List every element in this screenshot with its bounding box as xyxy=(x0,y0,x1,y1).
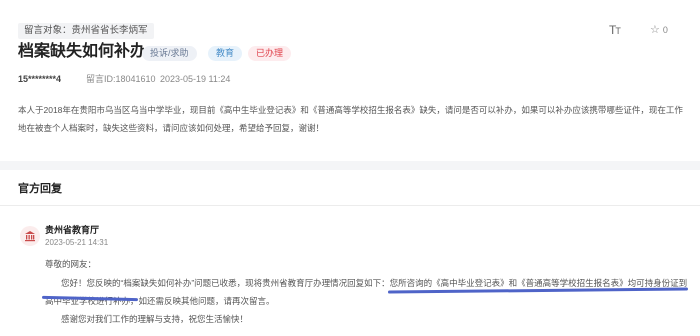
divider xyxy=(0,205,700,206)
author-id: 15********4 xyxy=(18,74,62,84)
government-building-icon xyxy=(20,226,40,246)
message-date: 2023-05-19 11:24 xyxy=(160,74,231,84)
message-card: 留言对象：贵州省省长李炳军 档案缺失如何补办 投诉/求助 教育 已办理 15**… xyxy=(0,0,700,161)
department-tag: 教育 xyxy=(208,46,243,61)
message-body: 本人于2018年在贵阳市乌当区乌当中学毕业，现目前《高中生毕业登记表》和《普通高… xyxy=(18,105,683,133)
font-size-icon[interactable]: TT xyxy=(609,24,621,37)
star-icon: ☆ xyxy=(650,24,660,36)
reply-closing: 感谢您对我们工作的理解与支持，祝您生活愉快！ xyxy=(61,314,249,324)
reply-date: 2023-05-21 14:31 xyxy=(45,238,109,247)
recipient-tag: 留言对象：贵州省省长李炳军 xyxy=(18,23,154,39)
status-badge: 已办理 xyxy=(248,46,292,61)
reply-heading: 官方回复 xyxy=(18,183,62,195)
favorite-button[interactable]: ☆ 0 xyxy=(650,24,668,36)
reply-card: 官方回复 贵州省教育厅 2023-05-21 14:31 尊敬的网友： 您好！您… xyxy=(0,170,700,336)
star-count: 0 xyxy=(662,25,668,35)
reply-greeting: 尊敬的网友： xyxy=(45,259,97,269)
reply-body: 您好！您反映的“档案缺失如何补办”问题已收悉，现将贵州省教育厅办理情况回复如下：… xyxy=(45,274,691,310)
message-title: 档案缺失如何补办 xyxy=(18,43,147,60)
reply-body-intro: 您好！您反映的“档案缺失如何补办”问题已收悉，现将贵州省教育厅办理情况回复如下： xyxy=(61,278,390,288)
reply-department: 贵州省教育厅 xyxy=(45,225,100,235)
reply-body-outro: ，如还需反映其他问题，请再次留言。 xyxy=(130,296,275,306)
message-id: 留言ID:18041610 xyxy=(86,74,156,84)
category-tag: 投诉/求助 xyxy=(142,46,197,61)
